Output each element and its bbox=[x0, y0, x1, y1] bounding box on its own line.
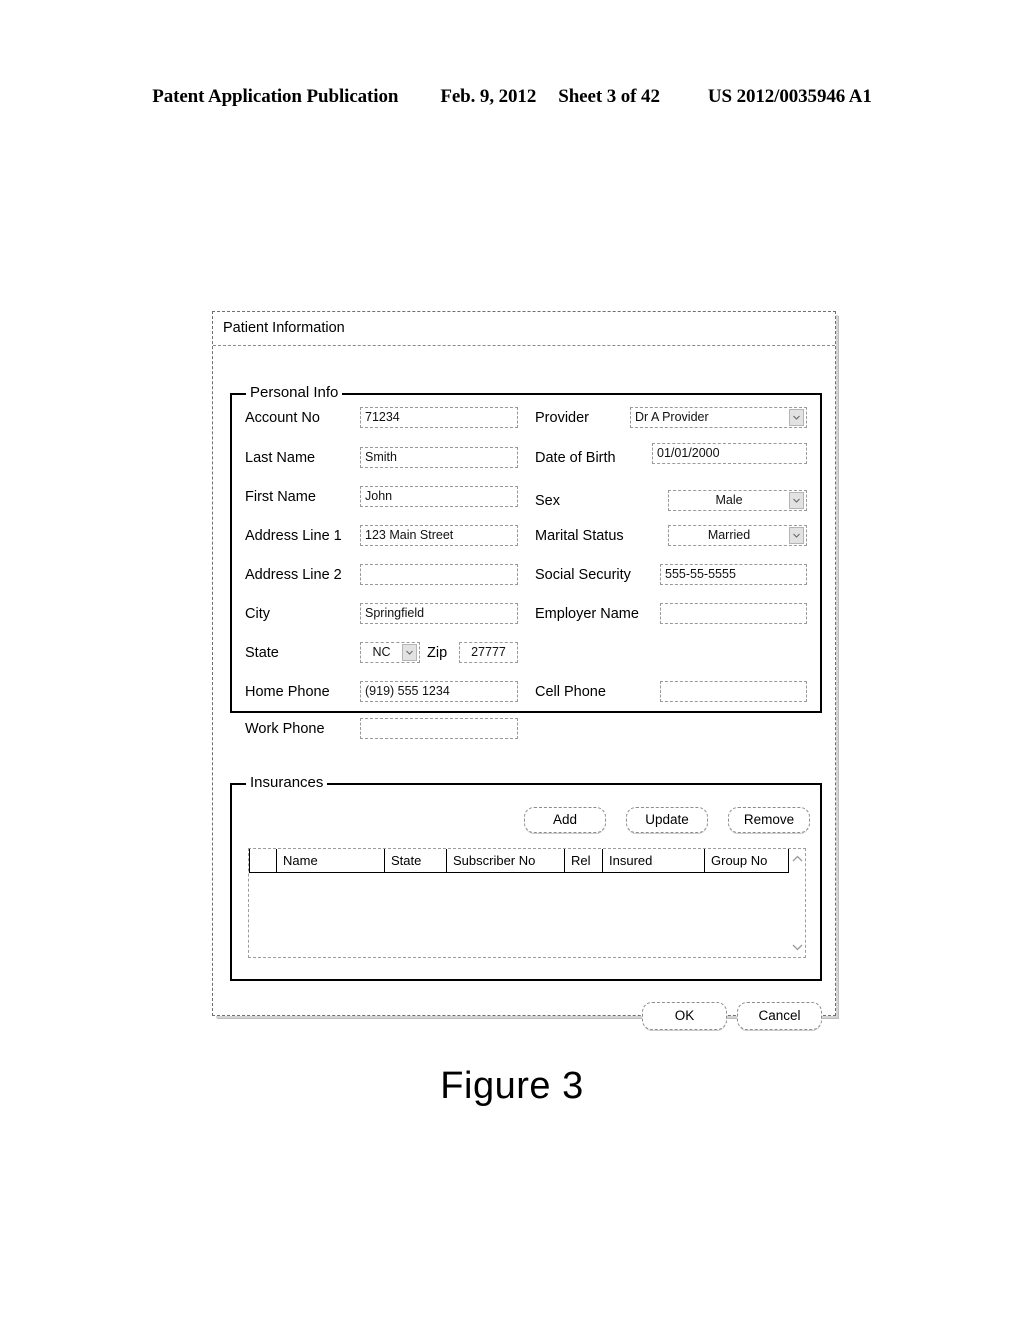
provider-dropdown-value: Dr A Provider bbox=[635, 411, 709, 424]
patient-information-dialog: Patient Information Personal Info Accoun… bbox=[212, 311, 836, 1030]
marital-status-label: Marital Status bbox=[535, 528, 624, 544]
figure-caption: Figure 3 bbox=[440, 1065, 584, 1107]
state-label: State bbox=[245, 645, 279, 661]
state-dropdown-value: NC bbox=[372, 646, 391, 659]
address-line-1-label: Address Line 1 bbox=[245, 528, 342, 544]
first-name-label: First Name bbox=[245, 489, 316, 505]
cell-phone-field[interactable] bbox=[660, 681, 807, 702]
remove-button[interactable]: Remove bbox=[728, 807, 810, 833]
insurances-table-body bbox=[249, 873, 789, 957]
zip-field[interactable]: 27777 bbox=[459, 642, 518, 663]
patent-publication-label: Patent Application Publication bbox=[152, 86, 399, 107]
account-no-field[interactable]: 71234 bbox=[360, 407, 518, 428]
cell-phone-label: Cell Phone bbox=[535, 684, 606, 700]
dialog-titlebar: Patient Information bbox=[213, 312, 835, 346]
insurances-table-header-row: Name State Subscriber No Rel Insured Gro… bbox=[249, 849, 789, 873]
provider-label: Provider bbox=[535, 410, 589, 426]
home-phone-label: Home Phone bbox=[245, 684, 330, 700]
marital-status-dropdown-value: Married bbox=[707, 529, 751, 542]
table-column-header-rel[interactable]: Rel bbox=[565, 849, 603, 872]
chevron-up-icon[interactable] bbox=[791, 852, 804, 865]
personal-info-groupbox: Personal Info Account No 71234 Last Name… bbox=[230, 385, 822, 739]
provider-dropdown[interactable]: Dr A Provider bbox=[630, 407, 807, 428]
last-name-label: Last Name bbox=[245, 450, 316, 466]
table-column-header-select[interactable] bbox=[249, 849, 277, 872]
table-column-header-insured[interactable]: Insured bbox=[603, 849, 705, 872]
cancel-button[interactable]: Cancel bbox=[737, 1002, 822, 1030]
patent-date-label: Feb. 9, 2012 bbox=[440, 86, 537, 107]
city-label: City bbox=[245, 606, 270, 622]
patent-header: Patent Application Publication Feb. 9, 2… bbox=[0, 86, 1024, 108]
first-name-field[interactable]: John bbox=[360, 486, 518, 507]
dialog-body: Personal Info Account No 71234 Last Name… bbox=[213, 346, 835, 1030]
patent-sheet-label: Sheet 3 of 42 bbox=[558, 86, 660, 107]
insurances-groupbox: Insurances Add Update Remove Name State … bbox=[230, 775, 822, 981]
marital-status-dropdown[interactable]: Married bbox=[668, 525, 807, 546]
date-of-birth-field[interactable]: 01/01/2000 bbox=[652, 443, 807, 464]
chevron-down-icon bbox=[789, 492, 804, 509]
insurances-legend: Insurances bbox=[246, 775, 328, 790]
work-phone-field[interactable] bbox=[360, 718, 518, 739]
address-line-2-field[interactable] bbox=[360, 564, 518, 585]
ok-button[interactable]: OK bbox=[642, 1002, 727, 1030]
sex-dropdown[interactable]: Male bbox=[668, 490, 807, 511]
address-line-1-field[interactable]: 123 Main Street bbox=[360, 525, 518, 546]
personal-info-legend: Personal Info bbox=[246, 385, 343, 400]
sex-label: Sex bbox=[535, 493, 560, 509]
social-security-field[interactable]: 555-55-5555 bbox=[660, 564, 807, 585]
table-column-header-name[interactable]: Name bbox=[277, 849, 385, 872]
chevron-down-icon bbox=[402, 644, 417, 661]
insurances-table[interactable]: Name State Subscriber No Rel Insured Gro… bbox=[248, 848, 806, 958]
date-of-birth-label: Date of Birth bbox=[535, 450, 616, 466]
last-name-field[interactable]: Smith bbox=[360, 447, 518, 468]
chevron-down-icon bbox=[789, 527, 804, 544]
patent-number-label: US 2012/0035946 A1 bbox=[707, 86, 872, 107]
table-column-header-subscriber-no[interactable]: Subscriber No bbox=[447, 849, 565, 872]
account-no-label: Account No bbox=[245, 410, 320, 426]
chevron-down-icon[interactable] bbox=[791, 941, 804, 954]
work-phone-label: Work Phone bbox=[245, 721, 325, 737]
page-title: Patient Information bbox=[223, 320, 345, 337]
address-line-2-label: Address Line 2 bbox=[245, 567, 342, 583]
state-dropdown[interactable]: NC bbox=[360, 642, 420, 663]
insurances-table-inner: Name State Subscriber No Rel Insured Gro… bbox=[249, 849, 789, 957]
table-column-header-state[interactable]: State bbox=[385, 849, 447, 872]
city-field[interactable]: Springfield bbox=[360, 603, 518, 624]
insurances-scrollbar[interactable] bbox=[789, 849, 805, 957]
employer-name-field[interactable] bbox=[660, 603, 807, 624]
home-phone-field[interactable]: (919) 555 1234 bbox=[360, 681, 518, 702]
add-button[interactable]: Add bbox=[524, 807, 606, 833]
chevron-down-icon bbox=[789, 409, 804, 426]
employer-name-label: Employer Name bbox=[535, 606, 639, 622]
update-button[interactable]: Update bbox=[626, 807, 708, 833]
sex-dropdown-value: Male bbox=[715, 494, 743, 507]
social-security-label: Social Security bbox=[535, 567, 631, 583]
zip-label: Zip bbox=[427, 645, 448, 661]
table-column-header-group-no[interactable]: Group No bbox=[705, 849, 789, 872]
